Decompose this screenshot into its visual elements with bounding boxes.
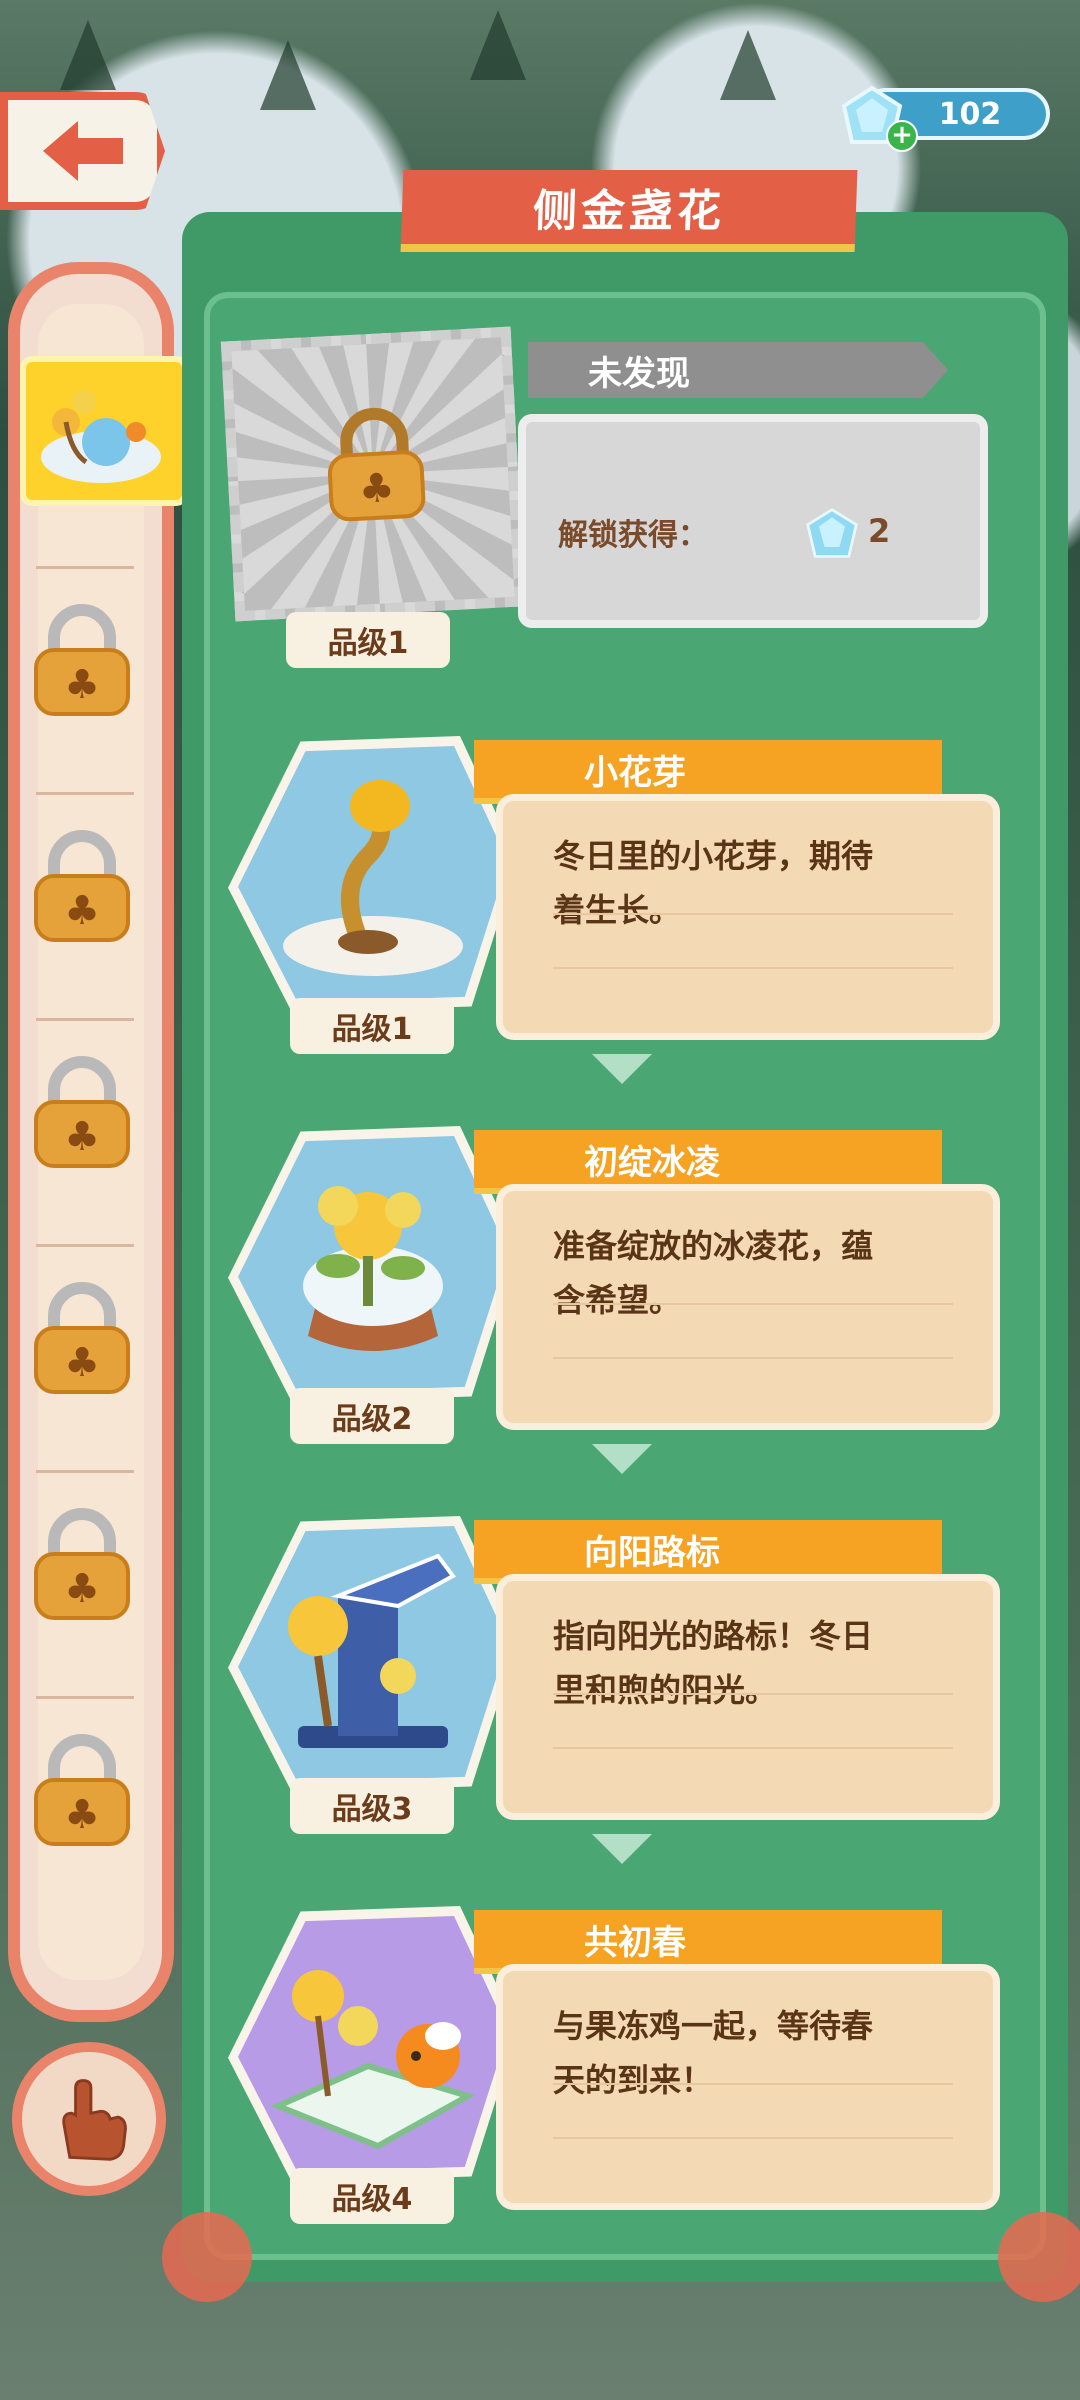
locked-preview: ♣: [220, 326, 526, 622]
ice-flower-icon: [303, 1186, 443, 1351]
padlock-icon: ♣: [34, 830, 130, 942]
stage-description-line: 指向阳光的路标！冬日: [553, 1617, 874, 1655]
sprout-icon: [283, 780, 463, 976]
stage-card-1[interactable]: 小花芽 冬日里的小花芽，期待 着生长。 品级1: [228, 736, 1014, 1066]
stage-image-bg: [238, 746, 508, 1002]
stage-card-4[interactable]: 共初春 与果冻鸡一起，等待春 天的到来！ 品级4: [228, 1906, 1014, 2236]
sidebar-item-selected[interactable]: [20, 356, 188, 506]
locked-stage-card[interactable]: ♣ 未发现 解锁获得： 2 品级1: [220, 326, 1014, 668]
grade-tag: 品级2: [290, 1388, 454, 1444]
hand-pointer-icon: [62, 2079, 127, 2161]
text-rule: [553, 1303, 953, 1305]
stage-image-bg: [238, 1136, 508, 1392]
grade-tag: 品级4: [290, 2168, 454, 2224]
stage-image-bg: [238, 1916, 508, 2172]
panel-title: 侧金盏花: [400, 170, 858, 252]
sidebar-item-locked[interactable]: ♣: [22, 1730, 142, 1850]
plus-icon[interactable]: +: [886, 120, 918, 152]
sidebar-item-locked[interactable]: ♣: [22, 1504, 142, 1624]
text-rule: [553, 1693, 953, 1695]
text-rule: [553, 2137, 953, 2139]
padlock-icon: ♣: [327, 407, 426, 522]
grade-tag: 品级3: [290, 1778, 454, 1834]
sidebar-divider: [36, 792, 134, 795]
svg-text:♣: ♣: [64, 1114, 100, 1160]
text-rule: [553, 1747, 953, 1749]
sidebar-item-locked[interactable]: ♣: [22, 600, 142, 720]
grade-tag: 品级1: [286, 612, 450, 668]
svg-text:♣: ♣: [64, 888, 100, 934]
text-rule: [553, 967, 953, 969]
sidebar-item-locked[interactable]: ♣: [22, 1278, 142, 1398]
svg-text:♣: ♣: [64, 1566, 100, 1612]
stage-description-line: 里和煦的阳光。: [553, 1671, 778, 1709]
sidebar-divider: [36, 1244, 134, 1247]
signpost-icon: [288, 1553, 456, 1748]
hand-pointer-button[interactable]: [12, 2042, 166, 2196]
gem-icon: [806, 508, 858, 558]
tree-decoration: [260, 40, 316, 110]
stage-description-box: 指向阳光的路标！冬日 里和煦的阳光。: [496, 1574, 1000, 1820]
stage-description-box: 与果冻鸡一起，等待春 天的到来！: [496, 1964, 1000, 2210]
padlock-icon: ♣: [34, 1734, 130, 1846]
back-arrow-icon: [42, 121, 123, 181]
spring-chick-icon: [270, 1970, 476, 2150]
stage-description-box: 准备绽放的冰凌花，蕴 含希望。: [496, 1184, 1000, 1430]
stage-description-line: 含希望。: [553, 1281, 682, 1319]
stage-description-line: 准备绽放的冰凌花，蕴: [553, 1227, 874, 1265]
unlock-reward-label: 解锁获得：: [558, 518, 708, 553]
stage-image-bg: [238, 1526, 508, 1782]
text-rule: [553, 913, 953, 915]
sidebar-divider: [36, 1018, 134, 1021]
stage-description-line: 与果冻鸡一起，等待春: [553, 2007, 874, 2045]
stage-description-line: 天的到来！: [553, 2061, 714, 2099]
tree-decoration: [720, 30, 776, 100]
unlock-reward-value: 2: [868, 512, 891, 550]
padlock-icon: ♣: [34, 1508, 130, 1620]
locked-status: 未发现: [528, 342, 948, 398]
sidebar-divider: [36, 1696, 134, 1699]
sidebar-item-locked[interactable]: ♣: [22, 826, 142, 946]
tree-decoration: [470, 10, 526, 80]
stage-description-line: 着生长。: [553, 891, 682, 929]
tree-decoration: [60, 20, 116, 90]
svg-text:♣: ♣: [64, 1340, 100, 1386]
sidebar-divider: [36, 566, 134, 569]
sidebar-item-locked[interactable]: ♣: [22, 1052, 142, 1172]
sidebar-divider: [36, 1470, 134, 1473]
text-rule: [553, 1357, 953, 1359]
svg-text:♣: ♣: [358, 465, 396, 513]
stage-description-box: 冬日里的小花芽，期待 着生长。: [496, 794, 1000, 1040]
padlock-icon: ♣: [34, 604, 130, 716]
back-button[interactable]: [0, 92, 165, 210]
stage-card-3[interactable]: 向阳路标 指向阳光的路标！冬日 里和煦的阳光。 品级3: [228, 1516, 1014, 1846]
svg-text:♣: ♣: [64, 662, 100, 708]
stage-description-line: 冬日里的小花芽，期待: [553, 837, 874, 875]
padlock-icon: ♣: [34, 1056, 130, 1168]
flower-scene-icon: [41, 390, 161, 483]
gem-count: 102: [938, 96, 1002, 132]
text-rule: [553, 2083, 953, 2085]
grade-tag: 品级1: [290, 998, 454, 1054]
gem-currency-bar[interactable]: + 102: [841, 85, 1050, 152]
padlock-icon: ♣: [34, 1282, 130, 1394]
svg-text:♣: ♣: [64, 1792, 100, 1838]
stage-card-2[interactable]: 初绽冰凌 准备绽放的冰凌花，蕴 含希望。 品级2: [228, 1126, 1014, 1456]
